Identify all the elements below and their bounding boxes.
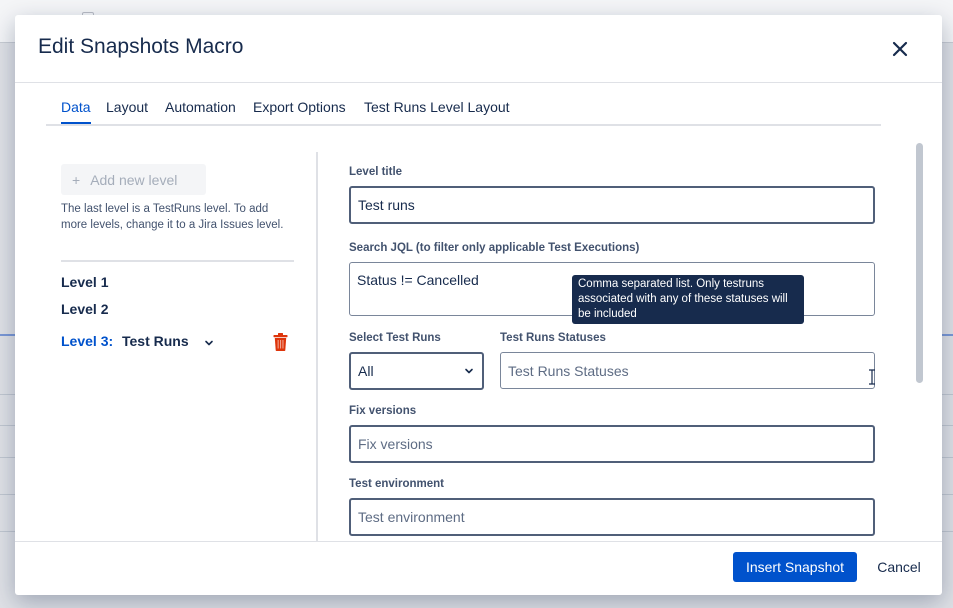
dialog-header: Edit Snapshots Macro xyxy=(15,15,942,83)
level-title-input[interactable] xyxy=(349,186,875,224)
levels-help-text: The last level is a TestRuns level. To a… xyxy=(61,203,284,231)
plus-icon: + xyxy=(72,171,81,188)
panel-divider xyxy=(316,152,318,542)
dialog-footer: Insert Snapshot Cancel xyxy=(15,541,942,595)
level-item-3[interactable]: Level 3: Test Runs xyxy=(61,333,294,353)
level-type-dropdown[interactable] xyxy=(203,336,215,354)
test-environment-label: Test environment xyxy=(349,478,444,490)
add-new-level-label: Add new level xyxy=(90,171,178,188)
statuses-tooltip: Comma separated list. Only testruns asso… xyxy=(572,275,804,324)
tab-test-runs-level-layout[interactable]: Test Runs Level Layout xyxy=(364,98,510,122)
levels-divider xyxy=(61,260,294,262)
level-3-label: Level 3: xyxy=(61,333,114,349)
chevron-down-icon xyxy=(465,368,473,374)
select-test-runs-dropdown[interactable]: All xyxy=(349,352,484,390)
fix-versions-input[interactable]: Fix versions xyxy=(349,425,875,463)
form-scrollbar-thumb[interactable] xyxy=(916,143,923,383)
chevron-down-icon xyxy=(205,340,213,346)
insert-snapshot-button[interactable]: Insert Snapshot xyxy=(733,552,857,582)
close-button[interactable] xyxy=(888,37,912,61)
level-item-1[interactable]: Level 1 xyxy=(61,274,108,290)
select-test-runs-label: Select Test Runs xyxy=(349,332,441,344)
test-environment-input[interactable]: Test environment xyxy=(349,498,875,536)
fix-versions-label: Fix versions xyxy=(349,405,417,417)
search-jql-label: Search JQL (to filter only applicable Te… xyxy=(349,242,640,254)
test-runs-statuses-input[interactable]: Test Runs Statuses xyxy=(500,352,875,389)
level-title-label: Level title xyxy=(349,166,403,178)
text-cursor-icon xyxy=(869,369,875,385)
test-runs-statuses-label: Test Runs Statuses xyxy=(500,332,606,344)
level-item-2[interactable]: Level 2 xyxy=(61,301,108,317)
add-new-level-button[interactable]: + Add new level xyxy=(61,164,206,195)
tab-export-options[interactable]: Export Options xyxy=(253,98,346,122)
trash-icon xyxy=(273,333,288,351)
level-3-type: Test Runs xyxy=(122,333,189,349)
cancel-button[interactable]: Cancel xyxy=(866,552,932,582)
dialog-tabs: Data Layout Automation Export Options Te… xyxy=(46,98,881,126)
select-test-runs-value: All xyxy=(358,363,374,379)
delete-level-button[interactable] xyxy=(273,333,288,356)
tab-layout[interactable]: Layout xyxy=(106,98,148,122)
tab-automation[interactable]: Automation xyxy=(165,98,236,122)
tab-data[interactable]: Data xyxy=(61,98,91,124)
close-icon xyxy=(892,41,908,57)
dialog-title: Edit Snapshots Macro xyxy=(38,35,244,58)
